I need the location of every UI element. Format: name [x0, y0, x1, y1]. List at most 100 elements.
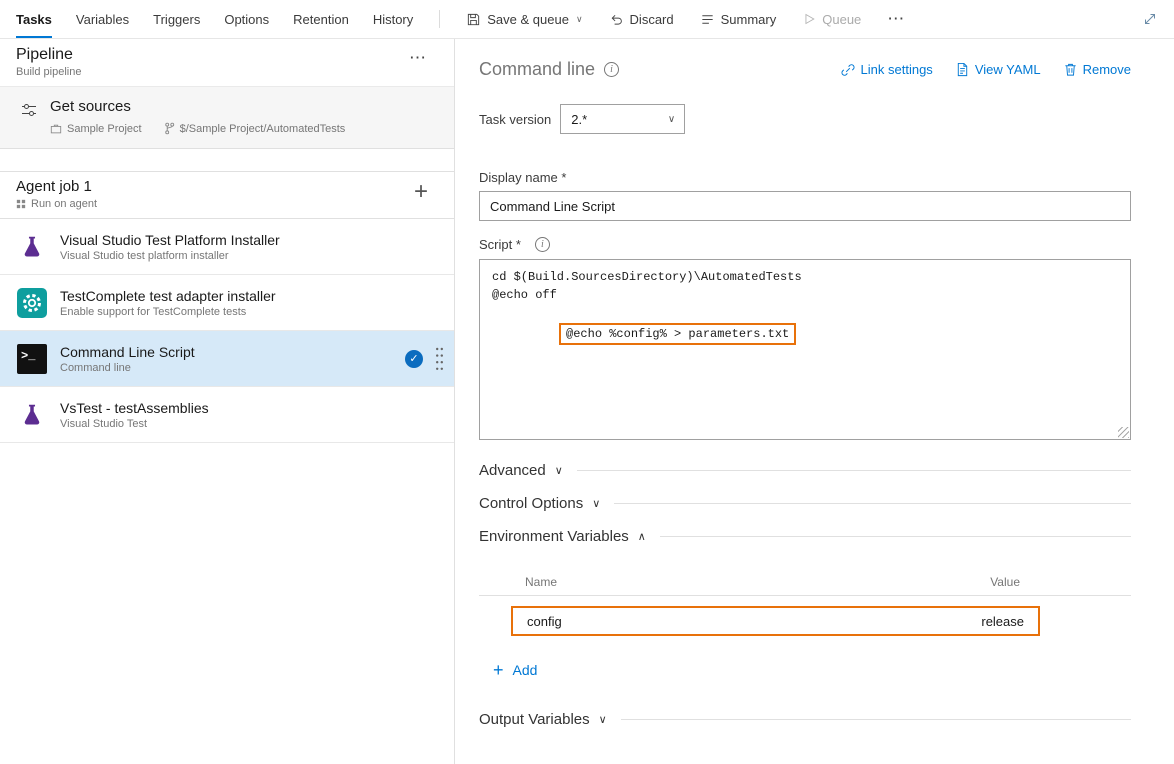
undo-icon [609, 12, 624, 27]
path-meta: $/Sample Project/AutomatedTests [164, 122, 346, 135]
queue-label: Queue [822, 12, 861, 27]
task-name: Command Line Script [60, 344, 405, 360]
chevron-down-icon: ∨ [555, 464, 563, 477]
info-icon[interactable]: i [604, 62, 619, 77]
fullscreen-icon[interactable] [1142, 0, 1158, 38]
task-settings-panel: Command line i Link settings View YAML [455, 39, 1174, 764]
env-table-headers: Name Value [511, 575, 1040, 589]
section-environment-variables[interactable]: Environment Variables ∧ [479, 528, 1131, 545]
script-label-row: Script * i [479, 237, 1131, 252]
highlight-box: @echo %config% > parameters.txt [559, 323, 796, 345]
script-line-2: @echo off [492, 286, 1118, 304]
trash-icon [1063, 62, 1078, 77]
task-item-testcomplete-adapter[interactable]: TestComplete test adapter installer Enab… [0, 275, 454, 331]
selected-check-icon: ✓ [405, 350, 423, 368]
section-divider [621, 719, 1131, 720]
pipeline-header: Pipeline Build pipeline ⋯ [0, 39, 454, 87]
tab-retention[interactable]: Retention [293, 0, 349, 38]
task-version-value: 2.* [571, 112, 587, 127]
document-icon [955, 62, 970, 77]
discard-label: Discard [630, 12, 674, 27]
display-name-input[interactable]: Command Line Script [479, 191, 1131, 221]
task-item-command-line-script[interactable]: >_ Command Line Script Command line ✓ [0, 331, 454, 387]
task-item-vstest-assemblies[interactable]: VsTest - testAssemblies Visual Studio Te… [0, 387, 454, 443]
summary-button[interactable]: Summary [700, 0, 777, 38]
get-sources-title: Get sources [50, 98, 345, 115]
get-sources-item[interactable]: Get sources Sample Project $ [0, 87, 454, 149]
section-control-options[interactable]: Control Options ∨ [479, 495, 1131, 512]
view-yaml-button[interactable]: View YAML [955, 62, 1041, 78]
add-label: Add [513, 662, 538, 678]
task-version-dropdown[interactable]: 2.* ∨ [560, 104, 685, 134]
toolbar-divider [439, 10, 440, 28]
link-settings-button[interactable]: Link settings [840, 62, 933, 78]
top-toolbar: Tasks Variables Triggers Options Retenti… [0, 0, 1174, 39]
play-icon [802, 12, 816, 26]
link-settings-label: Link settings [861, 62, 933, 77]
env-value-value[interactable]: release [981, 614, 1024, 629]
script-label: Script * [479, 237, 521, 252]
task-settings-header: Command line i Link settings View YAML [479, 59, 1131, 80]
agent-job-title: Agent job 1 [16, 178, 97, 195]
agent-job-header[interactable]: Agent job 1 Run on agent + [0, 171, 454, 219]
save-icon [466, 12, 481, 27]
save-and-queue-button[interactable]: Save & queue ∨ [466, 0, 582, 38]
get-sources-icon [20, 101, 38, 135]
chevron-down-icon[interactable]: ∨ [576, 14, 583, 25]
task-desc: Enable support for TestComplete tests [60, 306, 448, 318]
task-text: Command Line Script Command line [60, 344, 405, 374]
env-table-header-divider [479, 595, 1131, 596]
task-item-vstest-platform-installer[interactable]: Visual Studio Test Platform Installer Vi… [0, 219, 454, 275]
add-variable-button[interactable]: + Add [493, 662, 537, 678]
env-variable-row[interactable]: config release [511, 606, 1040, 636]
summary-label: Summary [721, 12, 777, 27]
source-path: $/Sample Project/AutomatedTests [180, 123, 346, 135]
pipeline-header-text: Pipeline Build pipeline [16, 46, 81, 78]
section-divider [660, 536, 1131, 537]
remove-label: Remove [1083, 62, 1131, 77]
pipeline-title: Pipeline [16, 46, 81, 64]
script-textarea[interactable]: cd $(Build.SourcesDirectory)\AutomatedTe… [479, 259, 1131, 440]
output-variables-label: Output Variables [479, 711, 590, 728]
list-icon [700, 12, 715, 27]
link-icon [840, 62, 856, 78]
agent-icon [16, 199, 26, 209]
script-line-1: cd $(Build.SourcesDirectory)\AutomatedTe… [492, 268, 1118, 286]
env-value-header: Value [990, 575, 1020, 589]
section-advanced[interactable]: Advanced ∨ [479, 462, 1131, 479]
project-meta: Sample Project [50, 123, 142, 135]
pipeline-editor: Tasks Variables Triggers Options Retenti… [0, 0, 1174, 764]
control-options-label: Control Options [479, 495, 583, 512]
display-name-label: Display name * [479, 170, 1131, 185]
tab-history[interactable]: History [373, 0, 413, 38]
required-asterisk: * [516, 237, 521, 252]
env-name-value[interactable]: config [527, 614, 562, 629]
task-desc: Visual Studio test platform installer [60, 250, 448, 262]
flask-icon [16, 231, 48, 263]
remove-button[interactable]: Remove [1063, 62, 1131, 78]
section-output-variables[interactable]: Output Variables ∨ [479, 711, 1131, 728]
tab-triggers[interactable]: Triggers [153, 0, 200, 38]
section-divider [577, 470, 1131, 471]
pipeline-more-icon[interactable]: ⋯ [409, 46, 440, 68]
agent-job-text: Agent job 1 Run on agent [16, 178, 97, 210]
resize-handle[interactable] [1118, 427, 1129, 438]
left-panel-gap [0, 149, 454, 171]
command-line-icon: >_ [16, 343, 48, 375]
agent-job-subtitle-row: Run on agent [16, 198, 97, 210]
more-actions-icon[interactable]: ⋯ [887, 0, 904, 38]
get-sources-meta: Sample Project $/Sample Project/Automate… [50, 122, 345, 135]
project-name: Sample Project [67, 123, 142, 135]
task-settings-actions: Link settings View YAML Remove [840, 62, 1131, 78]
info-icon[interactable]: i [535, 237, 550, 252]
display-name-value: Command Line Script [490, 199, 615, 214]
task-name: Visual Studio Test Platform Installer [60, 232, 448, 248]
save-and-queue-label: Save & queue [487, 12, 569, 27]
tab-options[interactable]: Options [224, 0, 269, 38]
add-task-icon[interactable]: + [414, 178, 438, 210]
discard-button[interactable]: Discard [609, 0, 674, 38]
tab-tasks[interactable]: Tasks [16, 0, 52, 38]
drag-handle-icon[interactable] [435, 346, 444, 372]
tab-variables[interactable]: Variables [76, 0, 129, 38]
task-version-row: Task version 2.* ∨ [479, 104, 1131, 134]
